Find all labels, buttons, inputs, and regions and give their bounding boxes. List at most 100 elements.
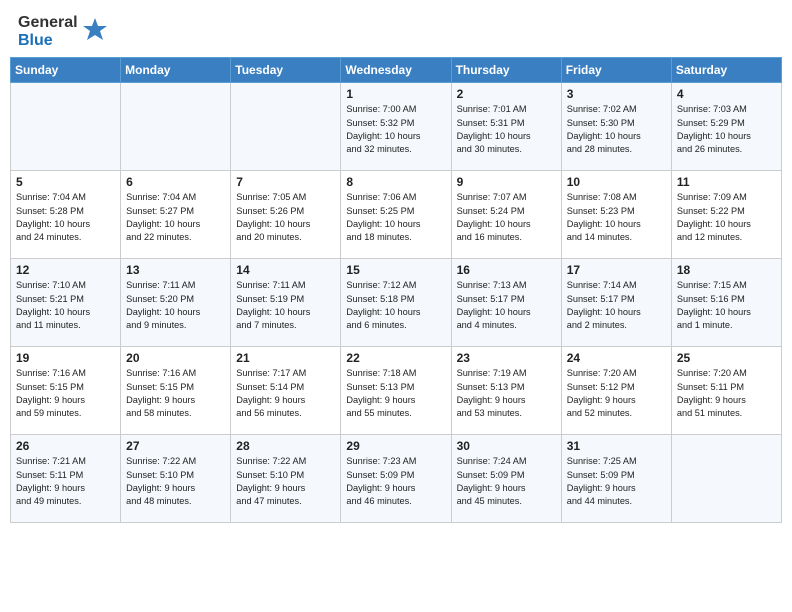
day-number: 3 (567, 87, 666, 101)
calendar-cell: 2 Sunrise: 7:01 AMSunset: 5:31 PMDaylight… (451, 83, 561, 171)
day-number: 25 (677, 351, 776, 365)
calendar-cell (231, 83, 341, 171)
day-info: Sunrise: 7:15 AMSunset: 5:16 PMDaylight:… (677, 280, 751, 330)
calendar-cell: 15Sunrise: 7:12 AMSunset: 5:18 PMDayligh… (341, 259, 451, 347)
calendar-cell: 28 Sunrise: 7:22 AMSunset: 5:10 PMDayligh… (231, 435, 341, 523)
weekday-header-monday: Monday (121, 58, 231, 83)
day-number: 20 (126, 351, 225, 365)
calendar-cell (11, 83, 121, 171)
calendar-cell: 5 Sunrise: 7:04 AMSunset: 5:28 PMDaylight… (11, 171, 121, 259)
calendar-cell: 11Sunrise: 7:09 AMSunset: 5:22 PMDayligh… (671, 171, 781, 259)
day-number: 27 (126, 439, 225, 453)
day-info: Sunrise: 7:13 AMSunset: 5:17 PMDaylight:… (457, 280, 531, 330)
logo-area: General Blue (18, 14, 109, 49)
day-number: 7 (236, 175, 335, 189)
day-number: 26 (16, 439, 115, 453)
logo-general-text: General (18, 14, 78, 32)
calendar-cell: 7Sunrise: 7:05 AMSunset: 5:26 PMDaylight… (231, 171, 341, 259)
weekday-header-sunday: Sunday (11, 58, 121, 83)
calendar-cell: 14 Sunrise: 7:11 AMSunset: 5:19 PMDayligh… (231, 259, 341, 347)
day-info: Sunrise: 7:21 AMSunset: 5:11 PMDaylight:… (16, 456, 86, 506)
weekday-header-thursday: Thursday (451, 58, 561, 83)
day-number: 17 (567, 263, 666, 277)
day-number: 16 (457, 263, 556, 277)
week-row-2: 5 Sunrise: 7:04 AMSunset: 5:28 PMDaylight… (11, 171, 782, 259)
week-row-3: 12 Sunrise: 7:10 AMSunset: 5:21 PMDayligh… (11, 259, 782, 347)
day-info: Sunrise: 7:03 AMSunset: 5:29 PMDaylight:… (677, 104, 751, 154)
calendar-cell: 21Sunrise: 7:17 AMSunset: 5:14 PMDayligh… (231, 347, 341, 435)
day-info: Sunrise: 7:22 AMSunset: 5:10 PMDaylight:… (236, 456, 306, 506)
calendar-cell: 16 Sunrise: 7:13 AMSunset: 5:17 PMDayligh… (451, 259, 561, 347)
calendar-cell: 20 Sunrise: 7:16 AMSunset: 5:15 PMDayligh… (121, 347, 231, 435)
calendar-cell: 6 Sunrise: 7:04 AMSunset: 5:27 PMDaylight… (121, 171, 231, 259)
week-row-1: 1 Sunrise: 7:00 AMSunset: 5:32 PMDaylight… (11, 83, 782, 171)
calendar-cell: 8Sunrise: 7:06 AMSunset: 5:25 PMDaylight… (341, 171, 451, 259)
calendar-cell: 26 Sunrise: 7:21 AMSunset: 5:11 PMDayligh… (11, 435, 121, 523)
day-number: 12 (16, 263, 115, 277)
calendar-cell: 22 Sunrise: 7:18 AMSunset: 5:13 PMDayligh… (341, 347, 451, 435)
calendar-cell: 27Sunrise: 7:22 AMSunset: 5:10 PMDayligh… (121, 435, 231, 523)
day-info: Sunrise: 7:25 AMSunset: 5:09 PMDaylight:… (567, 456, 637, 506)
day-info: Sunrise: 7:01 AMSunset: 5:31 PMDaylight:… (457, 104, 531, 154)
calendar-cell (671, 435, 781, 523)
day-number: 23 (457, 351, 556, 365)
calendar-cell: 29 Sunrise: 7:23 AMSunset: 5:09 PMDayligh… (341, 435, 451, 523)
calendar-cell: 12 Sunrise: 7:10 AMSunset: 5:21 PMDayligh… (11, 259, 121, 347)
calendar-cell: 9 Sunrise: 7:07 AMSunset: 5:24 PMDaylight… (451, 171, 561, 259)
day-info: Sunrise: 7:08 AMSunset: 5:23 PMDaylight:… (567, 192, 641, 242)
day-info: Sunrise: 7:11 AMSunset: 5:20 PMDaylight:… (126, 280, 200, 330)
day-number: 5 (16, 175, 115, 189)
calendar-cell: 25Sunrise: 7:20 AMSunset: 5:11 PMDayligh… (671, 347, 781, 435)
day-number: 8 (346, 175, 445, 189)
day-number: 11 (677, 175, 776, 189)
day-info: Sunrise: 7:19 AMSunset: 5:13 PMDaylight:… (457, 368, 527, 418)
calendar-cell: 23 Sunrise: 7:19 AMSunset: 5:13 PMDayligh… (451, 347, 561, 435)
day-info: Sunrise: 7:02 AMSunset: 5:30 PMDaylight:… (567, 104, 641, 154)
calendar-cell: 31Sunrise: 7:25 AMSunset: 5:09 PMDayligh… (561, 435, 671, 523)
weekday-header-saturday: Saturday (671, 58, 781, 83)
day-number: 1 (346, 87, 445, 101)
weekday-header-row: SundayMondayTuesdayWednesdayThursdayFrid… (11, 58, 782, 83)
calendar-cell: 24Sunrise: 7:20 AMSunset: 5:12 PMDayligh… (561, 347, 671, 435)
day-number: 2 (457, 87, 556, 101)
calendar-cell: 13Sunrise: 7:11 AMSunset: 5:20 PMDayligh… (121, 259, 231, 347)
header: General Blue (0, 0, 792, 57)
day-info: Sunrise: 7:00 AMSunset: 5:32 PMDaylight:… (346, 104, 420, 154)
day-info: Sunrise: 7:17 AMSunset: 5:14 PMDaylight:… (236, 368, 306, 418)
day-info: Sunrise: 7:16 AMSunset: 5:15 PMDaylight:… (126, 368, 196, 418)
day-number: 30 (457, 439, 556, 453)
calendar-cell: 4Sunrise: 7:03 AMSunset: 5:29 PMDaylight… (671, 83, 781, 171)
day-info: Sunrise: 7:04 AMSunset: 5:28 PMDaylight:… (16, 192, 90, 242)
day-number: 24 (567, 351, 666, 365)
logo: General Blue (18, 14, 109, 49)
calendar-cell: 30 Sunrise: 7:24 AMSunset: 5:09 PMDayligh… (451, 435, 561, 523)
day-info: Sunrise: 7:24 AMSunset: 5:09 PMDaylight:… (457, 456, 527, 506)
day-number: 6 (126, 175, 225, 189)
day-info: Sunrise: 7:23 AMSunset: 5:09 PMDaylight:… (346, 456, 416, 506)
day-number: 14 (236, 263, 335, 277)
day-number: 10 (567, 175, 666, 189)
weekday-header-wednesday: Wednesday (341, 58, 451, 83)
day-number: 22 (346, 351, 445, 365)
page: General Blue SundayMondayTuesdayWednesda… (0, 0, 792, 612)
calendar: SundayMondayTuesdayWednesdayThursdayFrid… (10, 57, 782, 523)
calendar-cell: 10 Sunrise: 7:08 AMSunset: 5:23 PMDayligh… (561, 171, 671, 259)
calendar-cell (121, 83, 231, 171)
day-info: Sunrise: 7:16 AMSunset: 5:15 PMDaylight:… (16, 368, 86, 418)
calendar-cell: 18 Sunrise: 7:15 AMSunset: 5:16 PMDayligh… (671, 259, 781, 347)
weekday-header-tuesday: Tuesday (231, 58, 341, 83)
day-number: 9 (457, 175, 556, 189)
day-number: 18 (677, 263, 776, 277)
day-number: 15 (346, 263, 445, 277)
day-info: Sunrise: 7:18 AMSunset: 5:13 PMDaylight:… (346, 368, 416, 418)
logo-flag-icon (81, 16, 109, 44)
day-info: Sunrise: 7:04 AMSunset: 5:27 PMDaylight:… (126, 192, 200, 242)
calendar-cell: 17Sunrise: 7:14 AMSunset: 5:17 PMDayligh… (561, 259, 671, 347)
day-number: 28 (236, 439, 335, 453)
calendar-cell: 3 Sunrise: 7:02 AMSunset: 5:30 PMDaylight… (561, 83, 671, 171)
day-info: Sunrise: 7:10 AMSunset: 5:21 PMDaylight:… (16, 280, 90, 330)
day-number: 29 (346, 439, 445, 453)
day-info: Sunrise: 7:11 AMSunset: 5:19 PMDaylight:… (236, 280, 310, 330)
day-info: Sunrise: 7:07 AMSunset: 5:24 PMDaylight:… (457, 192, 531, 242)
calendar-cell: 19Sunrise: 7:16 AMSunset: 5:15 PMDayligh… (11, 347, 121, 435)
